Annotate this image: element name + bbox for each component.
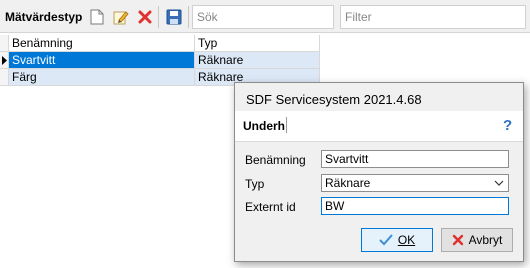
search-input[interactable] (192, 5, 334, 29)
dialog-title: SDF Servicesystem 2021.4.68 (246, 92, 422, 107)
save-button[interactable] (165, 8, 183, 26)
delete-x-icon (138, 10, 152, 24)
type-select[interactable]: Räknare (321, 174, 509, 192)
cancel-button-label: Avbryt (468, 233, 503, 247)
cell-name[interactable]: Färg (9, 69, 195, 86)
name-label: Benämning (245, 153, 306, 167)
current-row-arrow-icon (2, 56, 7, 65)
toolbar-separator (188, 6, 189, 28)
delete-button[interactable] (136, 8, 154, 26)
new-button[interactable] (88, 8, 106, 26)
edit-dialog: SDF Servicesystem 2021.4.68 Underh ? Ben… (234, 82, 524, 262)
toolbar-title: Mätvärdestyp (5, 10, 83, 24)
row-indicator-header (0, 35, 9, 52)
dialog-tab-bar: Underh ? (235, 111, 523, 142)
edit-button[interactable] (112, 8, 130, 26)
type-select-value: Räknare (325, 176, 371, 190)
row-indicator (0, 52, 9, 69)
new-document-icon (90, 9, 104, 25)
external-id-label: Externt id (245, 200, 296, 214)
cancel-button[interactable]: Avbryt (441, 228, 513, 252)
column-header-name[interactable]: Benämning (9, 35, 195, 52)
toolbar: Mätvärdestyp (0, 0, 530, 33)
close-x-icon (452, 234, 463, 246)
edit-pencil-icon (113, 11, 129, 25)
name-field[interactable] (321, 150, 509, 168)
filter-input[interactable] (340, 5, 526, 29)
grid-header-row: Benämning Typ (0, 35, 320, 52)
column-header-type[interactable]: Typ (195, 35, 320, 52)
table-row[interactable]: Svartvitt Räknare (0, 52, 320, 69)
cell-name[interactable]: Svartvitt (9, 52, 195, 69)
checkmark-icon (379, 234, 393, 246)
type-label: Typ (245, 177, 265, 191)
save-disk-icon (166, 9, 182, 25)
cell-type[interactable]: Räknare (195, 52, 320, 69)
chevron-down-icon (494, 180, 504, 186)
ok-button[interactable]: OK (361, 228, 433, 252)
tab-separator (286, 117, 287, 133)
ok-button-label: OK (397, 233, 416, 247)
toolbar-separator (158, 6, 159, 28)
tab-underh[interactable]: Underh (243, 119, 285, 133)
question-icon[interactable]: ? (503, 117, 512, 134)
row-indicator (0, 69, 9, 86)
external-id-field[interactable] (321, 197, 509, 215)
